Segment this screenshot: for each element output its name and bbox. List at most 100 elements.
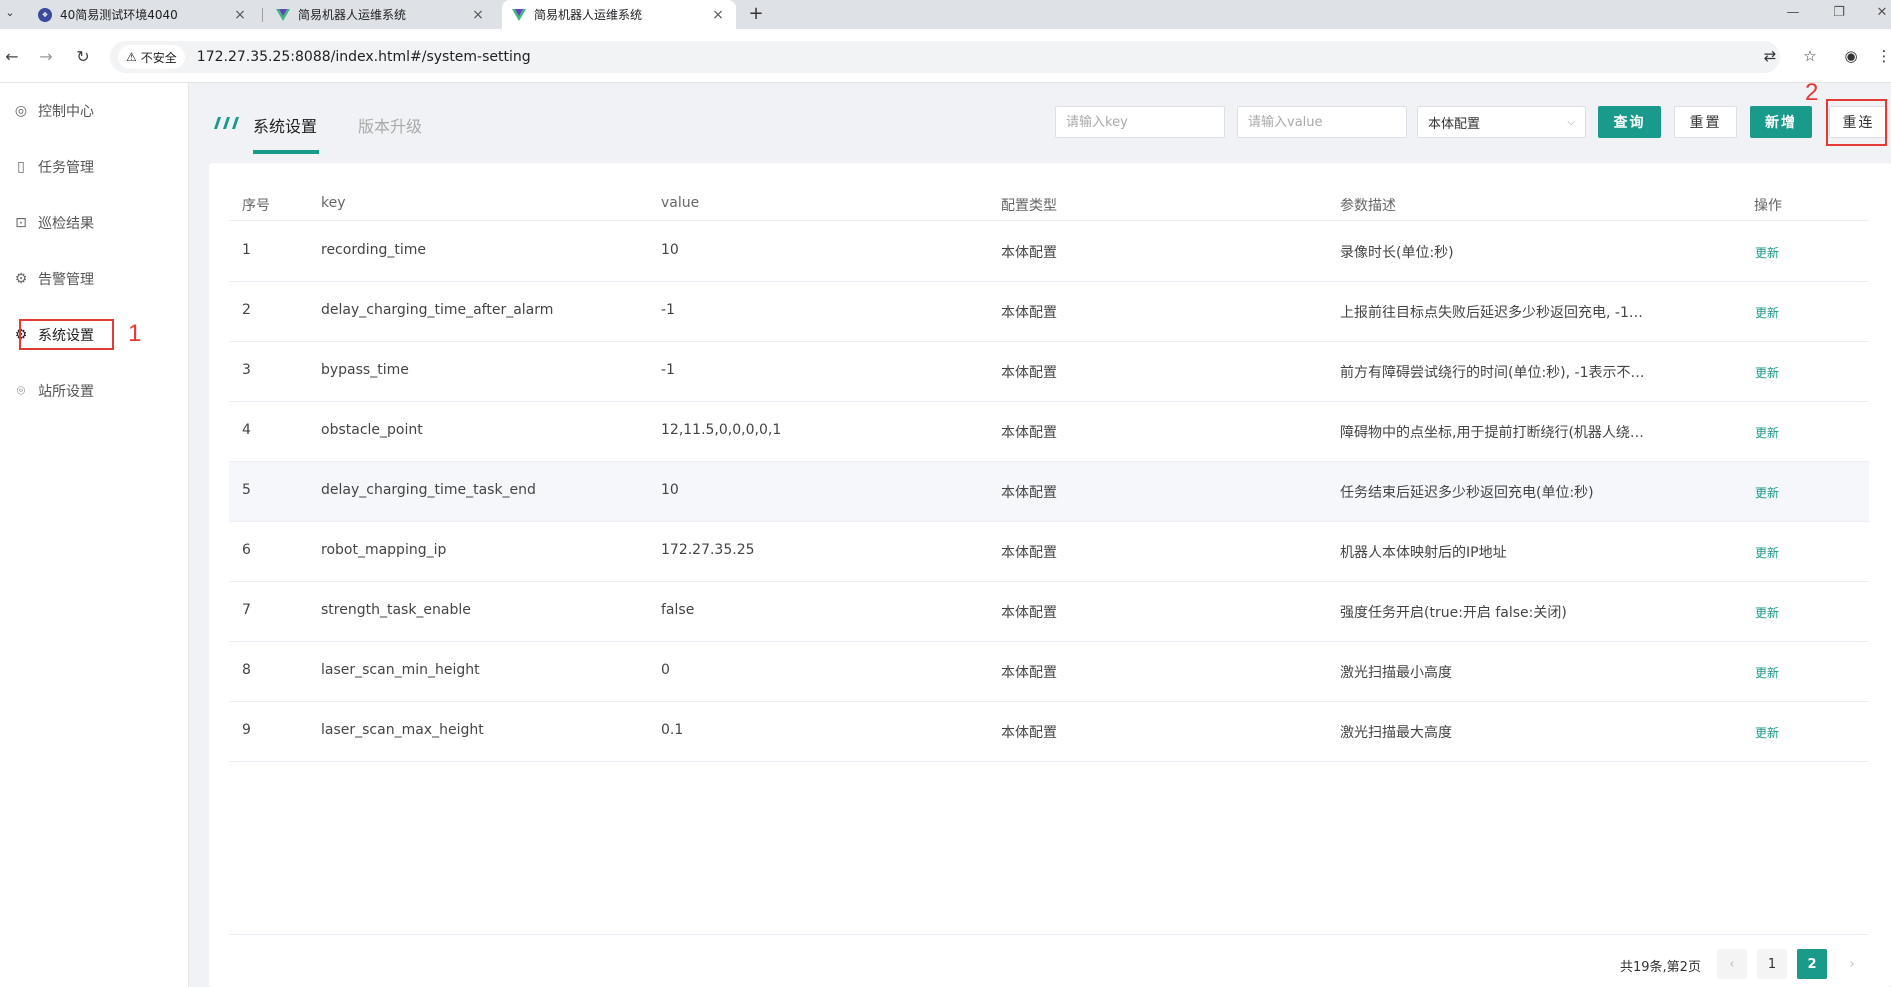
row-value: 0.1 — [661, 722, 684, 738]
row-description: 激光扫描最大高度 — [1340, 725, 1452, 741]
vue-favicon-icon — [276, 8, 290, 21]
row-description: 前方有障碍尝试绕行的时间(单位:秒), -1表示不提… — [1340, 365, 1654, 381]
table-footer-divider — [229, 934, 1869, 935]
pagination-next-icon[interactable]: › — [1837, 949, 1867, 979]
row-key: bypass_time — [321, 362, 409, 378]
column-header: key — [321, 195, 346, 211]
translate-icon[interactable]: ⇄ — [1760, 47, 1780, 65]
row-index: 7 — [242, 602, 251, 618]
active-tab-indicator — [253, 150, 319, 154]
tab-system-settings[interactable]: 系统设置 — [253, 113, 317, 137]
row-key: laser_scan_max_height — [321, 722, 484, 738]
column-header: 序号 — [242, 198, 270, 214]
alarm-icon: ⚙ — [14, 271, 28, 287]
close-tab-icon[interactable]: × — [470, 7, 486, 23]
row-key: recording_time — [321, 242, 426, 258]
update-link[interactable]: 更新 — [1755, 244, 1779, 261]
pagination-page-2[interactable]: 2 — [1797, 949, 1827, 979]
security-chip[interactable]: ⚠ 不安全 — [118, 45, 185, 69]
update-link[interactable]: 更新 — [1755, 664, 1779, 681]
row-key: strength_task_enable — [321, 602, 471, 618]
row-description: 强度任务开启(true:开启 false:关闭) — [1340, 605, 1567, 621]
update-link[interactable]: 更新 — [1755, 364, 1779, 381]
add-button[interactable]: 新增 — [1750, 106, 1812, 138]
browser-tab[interactable]: 简易机器人运维系统 × — [266, 0, 496, 29]
reload-icon[interactable]: ↻ — [73, 47, 93, 67]
annotation-box-1 — [19, 319, 114, 350]
task-icon: ▯ — [17, 159, 25, 175]
table-row: 7 strength_task_enable false 本体配置 强度任务开启… — [229, 582, 1869, 642]
update-link[interactable]: 更新 — [1755, 544, 1779, 561]
tab-divider — [262, 8, 263, 22]
row-index: 4 — [242, 422, 251, 438]
close-tab-icon[interactable]: × — [232, 7, 248, 23]
new-tab-icon[interactable]: + — [745, 3, 767, 24]
pagination-prev-icon[interactable]: ‹ — [1717, 949, 1747, 979]
row-config-type: 本体配置 — [1001, 665, 1057, 681]
row-key: delay_charging_time_after_alarm — [321, 302, 554, 318]
sidebar-item-inspection[interactable]: ⊡ 巡检结果 — [12, 211, 94, 235]
result-icon: ⊡ — [15, 215, 27, 231]
location-icon: ⌾ — [16, 383, 26, 399]
row-description: 任务结束后延迟多少秒返回充电(单位:秒) — [1340, 485, 1594, 501]
row-value: -1 — [661, 362, 675, 378]
sidebar-item-task[interactable]: ▯ 任务管理 — [12, 155, 94, 179]
table-row: 4 obstacle_point 12,11.5,0,0,0,0,1 本体配置 … — [229, 402, 1869, 462]
table-row: 2 delay_charging_time_after_alarm -1 本体配… — [229, 282, 1869, 342]
row-description: 上报前往目标点失败后延迟多少秒返回充电, -1表… — [1340, 305, 1654, 321]
column-header: value — [661, 195, 700, 211]
row-key: robot_mapping_ip — [321, 542, 447, 558]
menu-kebab-icon[interactable]: ⋮ — [1874, 47, 1891, 65]
row-config-type: 本体配置 — [1001, 365, 1057, 381]
sidebar-item-alarm[interactable]: ⚙ 告警管理 — [12, 267, 94, 291]
query-button[interactable]: 查询 — [1598, 106, 1661, 138]
reset-button[interactable]: 重置 — [1674, 106, 1737, 138]
tab-search-icon[interactable]: ⌄ — [2, 6, 18, 22]
update-link[interactable]: 更新 — [1755, 484, 1779, 501]
annotation-number-2: 2 — [1805, 79, 1819, 106]
row-description: 激光扫描最小高度 — [1340, 665, 1452, 681]
sidebar-item-station[interactable]: ⌾ 站所设置 — [12, 379, 94, 403]
update-link[interactable]: 更新 — [1755, 304, 1779, 321]
row-description: 障碍物中的点坐标,用于提前打断绕行(机器人绕… — [1340, 425, 1644, 441]
bookmark-star-icon[interactable]: ☆ — [1800, 47, 1820, 65]
address-bar: ← → ↻ ⚠ 不安全 172.27.35.25:8088/index.html… — [0, 29, 1891, 83]
table-row: 9 laser_scan_max_height 0.1 本体配置 激光扫描最大高… — [229, 702, 1869, 762]
browser-tab[interactable]: ❖ 40简易测试环境4040 × — [28, 0, 258, 29]
url-text[interactable]: 172.27.35.25:8088/index.html#/system-set… — [197, 49, 531, 65]
row-key: obstacle_point — [321, 422, 423, 438]
row-index: 2 — [242, 302, 251, 318]
update-link[interactable]: 更新 — [1755, 724, 1779, 741]
minimize-icon[interactable]: — — [1783, 5, 1803, 20]
update-link[interactable]: 更新 — [1755, 424, 1779, 441]
back-icon[interactable]: ← — [2, 47, 22, 67]
column-header: 操作 — [1754, 198, 1782, 214]
row-config-type: 本体配置 — [1001, 485, 1057, 501]
sidebar-item-control-center[interactable]: ◎ 控制中心 — [12, 99, 94, 123]
row-config-type: 本体配置 — [1001, 245, 1057, 261]
row-config-type: 本体配置 — [1001, 605, 1057, 621]
tab-version-upgrade[interactable]: 版本升级 — [358, 113, 422, 137]
close-tab-icon[interactable]: × — [710, 7, 726, 23]
omnibox[interactable]: ⚠ 不安全 172.27.35.25:8088/index.html#/syst… — [110, 41, 1817, 73]
window-close-icon[interactable]: ✕ — [1872, 5, 1891, 20]
pagination-page-1[interactable]: 1 — [1757, 949, 1787, 979]
profile-icon[interactable]: ◉ — [1841, 47, 1861, 65]
dashboard-icon: ◎ — [14, 103, 28, 119]
row-value: false — [661, 602, 695, 618]
update-link[interactable]: 更新 — [1755, 604, 1779, 621]
row-config-type: 本体配置 — [1001, 305, 1057, 321]
row-key: delay_charging_time_task_end — [321, 482, 536, 498]
table-header: 序号 key value 配置类型 参数描述 操作 — [229, 189, 1869, 221]
value-search-input[interactable] — [1237, 106, 1407, 138]
key-search-input[interactable] — [1055, 106, 1225, 138]
sidebar: ◎ 控制中心 ▯ 任务管理 ⊡ 巡检结果 ⚙ 告警管理 ⚙ 系统设置 ⌾ 站所设… — [0, 83, 189, 987]
table-row-hovered: 5 delay_charging_time_task_end 10 本体配置 任… — [229, 462, 1869, 522]
column-header: 配置类型 — [1001, 198, 1057, 214]
restore-icon[interactable]: ❐ — [1829, 5, 1849, 20]
config-type-select[interactable]: 本体配置 ⌵ — [1417, 106, 1586, 138]
warning-icon: ⚠ — [126, 50, 137, 64]
forward-icon[interactable]: → — [36, 47, 56, 67]
pagination-total: 共19条,第2页 — [1620, 960, 1701, 975]
browser-tab-active[interactable]: 简易机器人运维系统 × — [502, 0, 736, 29]
